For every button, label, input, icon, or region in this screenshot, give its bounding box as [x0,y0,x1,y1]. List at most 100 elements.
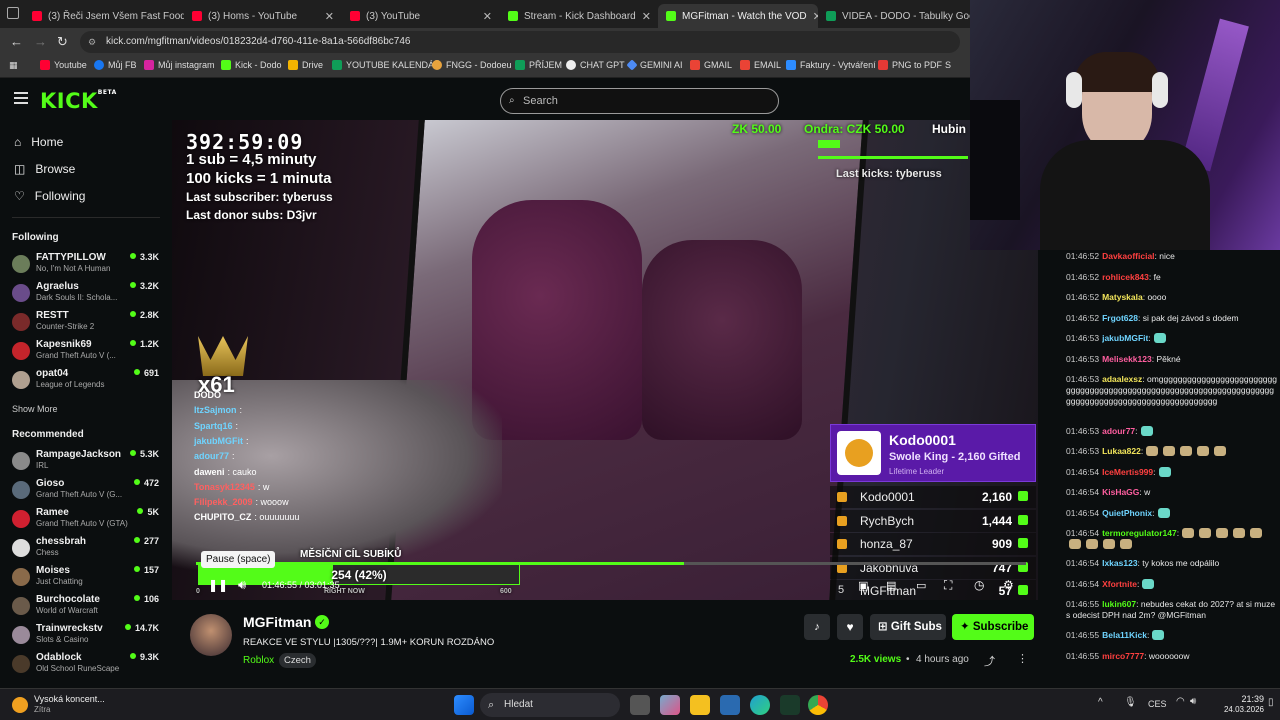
clock-date[interactable]: 24.03.2026 [1214,705,1264,714]
chat-username[interactable]: adaalexsz [1102,374,1142,384]
chat-username[interactable]: Matyskala [1102,292,1143,302]
back-icon[interactable]: ← [10,34,23,49]
channel-name[interactable]: MGFitman [243,614,311,630]
kick-logo[interactable]: KICKBETA [40,89,117,113]
chat-username[interactable]: QuietPhonix [1102,508,1152,518]
file-explorer-icon[interactable] [690,695,710,715]
pip-icon[interactable]: ▭ [916,579,926,592]
chat-username[interactable]: jakubMGFit [1102,333,1148,343]
bookmark[interactable]: GMAIL [690,60,732,70]
sidebar-channel[interactable]: chessbrah Chess 277 [12,536,162,562]
task-view-icon[interactable] [630,695,650,715]
chat-username[interactable]: adour77 [1102,426,1135,436]
sidebar-channel[interactable]: Trainwreckstv Slots & Casino 14.7K [12,623,162,649]
notification-button[interactable]: ♪ [804,614,830,640]
input-language[interactable]: CES [1148,699,1167,709]
tray-chevron-icon[interactable]: ^ [1098,697,1103,708]
close-icon[interactable]: ✕ [325,10,334,23]
store-icon[interactable] [720,695,740,715]
subscribe-button[interactable]: ✦ Subscribe [952,614,1034,640]
sidebar-channel[interactable]: opat04 League of Legends 691 [12,368,162,394]
sidebar-channel[interactable]: Agraelus Dark Souls II: Schola... 3.2K [12,281,162,307]
reload-icon[interactable]: ↻ [57,34,68,50]
sidebar-channel[interactable]: Moises Just Chatting 157 [12,565,162,591]
bookmark[interactable]: S [945,60,951,70]
chat-username[interactable]: mirco7777 [1102,651,1144,661]
browser-tab-active[interactable]: MGFitman - Watch the VOD ✕ [658,4,818,28]
bookmark[interactable]: GEMINI AI [626,59,683,71]
more-options-icon[interactable]: ⋮ [1017,652,1028,665]
bookmark[interactable]: Můj instagram [144,60,215,70]
share-icon[interactable]: ⤴ [984,653,995,669]
chat-username[interactable]: Davkaofficial [1102,251,1154,261]
chat-username[interactable]: KisHaGG [1102,487,1139,497]
avatar[interactable] [190,614,232,656]
bookmark[interactable]: Youtube [40,60,87,70]
bookmark[interactable]: Můj FB [94,60,137,70]
chat-username[interactable]: Bela11Kick [1102,630,1147,640]
close-icon[interactable]: ✕ [642,10,651,23]
chrome-icon[interactable] [808,695,828,715]
sidebar-channel[interactable]: Ramee Grand Theft Auto V (GTA) 5K [12,507,162,533]
bookmark[interactable]: Drive [288,60,323,70]
category-link[interactable]: Roblox [243,655,274,666]
forward-icon[interactable]: → [34,34,47,49]
pause-icon[interactable]: ❚❚ [208,578,228,592]
close-icon[interactable]: ✕ [483,10,492,23]
chat-username[interactable]: IceMertis999 [1102,467,1153,477]
sidebar-channel[interactable]: Odablock Old School RuneScape 9.3K [12,652,162,678]
bookmark[interactable]: CHAT GPT [566,60,625,70]
apps-icon[interactable]: ▦ [9,60,18,71]
microphone-icon[interactable]: 🎙︎ [1124,697,1137,708]
bookmark[interactable]: YOUTUBE KALENDÁŘ [332,60,441,70]
chat-username[interactable]: lukin607 [1102,599,1136,609]
sidebar-channel[interactable]: Gioso Grand Theft Auto V (G... 472 [12,478,162,504]
clock-time[interactable]: 21:39 [1222,694,1264,704]
chat-username[interactable]: rohlicek843 [1102,272,1149,282]
volume-icon[interactable]: 🔊︎ [238,577,246,593]
copilot-icon[interactable] [660,695,680,715]
seek-bar[interactable] [196,562,1026,565]
chat-username[interactable]: Frgot628 [1102,313,1138,323]
sidebar-item-browse[interactable]: ◫ Browse [14,162,75,176]
menu-icon[interactable] [14,92,28,104]
bookmark[interactable]: Kick - Dodo [221,60,282,70]
tab-search-icon[interactable] [7,7,19,19]
bookmark[interactable]: Faktury - Vytváření [786,60,876,70]
weather-text[interactable]: Vysoká koncent... [34,694,105,704]
browser-tab[interactable]: (3) Homs - YouTube ✕ [184,4,342,28]
bookmark[interactable]: PŘÍJEM [515,60,562,70]
video-player[interactable]: 392:59:09 1 sub = 4,5 minuty 100 kicks =… [172,120,1038,600]
chat-username[interactable]: Melisekk123 [1102,354,1152,364]
sidebar-item-following[interactable]: ♡ Following [14,189,85,203]
settings-icon[interactable]: ⚙ [1003,578,1014,592]
terminal-icon[interactable] [780,695,800,715]
gift-subs-button[interactable]: ⊞ Gift Subs [870,614,946,640]
start-icon[interactable] [454,695,474,715]
speaker-icon[interactable]: 🔊︎ [1190,696,1196,707]
sidebar-channel[interactable]: Kapesnik69 Grand Theft Auto V (... 1.2K [12,339,162,365]
chat-username[interactable]: termoregulator147 [1102,528,1177,538]
sidebar-channel[interactable]: RampageJackson IRL 5.3K [12,449,162,475]
clip-icon[interactable]: ▣ [858,579,868,592]
search-input[interactable]: ⌕ Search [500,88,779,114]
network-icon[interactable]: ◠ [1176,696,1185,707]
edge-icon[interactable] [750,695,770,715]
chat-username[interactable]: Ixkas123 [1102,558,1137,568]
site-info-icon[interactable]: ⚙ [88,37,96,48]
sidebar-channel[interactable]: Burchocolate World of Warcraft 106 [12,594,162,620]
browser-tab[interactable]: (3) YouTube ✕ [342,4,500,28]
chat-username[interactable]: Xfortnite [1102,579,1137,589]
follow-button[interactable]: ♥ [837,614,863,640]
browser-tab[interactable]: Stream - Kick Dashboard ✕ [500,4,658,28]
speed-icon[interactable]: ◷ [974,578,984,592]
sidebar-channel[interactable]: RESTT Counter-Strike 2 2.8K [12,310,162,336]
theater-icon[interactable]: ▤ [886,579,896,592]
sidebar-channel[interactable]: FATTYPILLOW No, I'm Not A Human 3.3K [12,252,162,278]
sidebar-item-home[interactable]: ⌂ Home [14,135,63,149]
browser-tab[interactable]: VIDEA - DODO - Tabulky Googl✕ [818,4,970,28]
chat-username[interactable]: Lukaa822 [1102,446,1141,456]
taskbar-search[interactable]: ⌕ Hledat [480,693,620,717]
browser-tab[interactable]: (3) Řeči Jsem Všem Fast Foodi✕ [24,4,184,28]
bookmark[interactable]: PNG to PDF [878,60,942,70]
